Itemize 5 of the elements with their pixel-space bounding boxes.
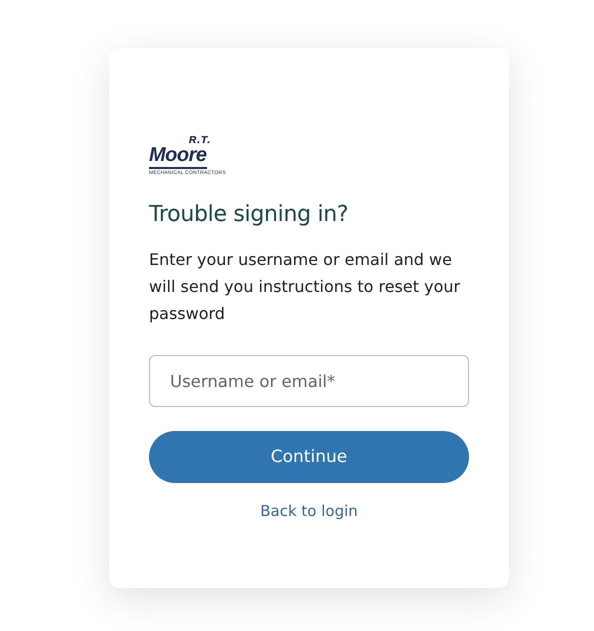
heading: Trouble signing in? — [149, 202, 350, 228]
username-field[interactable]: Username or email* — [149, 355, 469, 408]
back-link[interactable]: Back to login — [260, 502, 358, 520]
description: Enter your username or email and we will send you instructions to reset your password — [149, 249, 462, 326]
continue-button[interactable]: Continue — [149, 431, 469, 484]
